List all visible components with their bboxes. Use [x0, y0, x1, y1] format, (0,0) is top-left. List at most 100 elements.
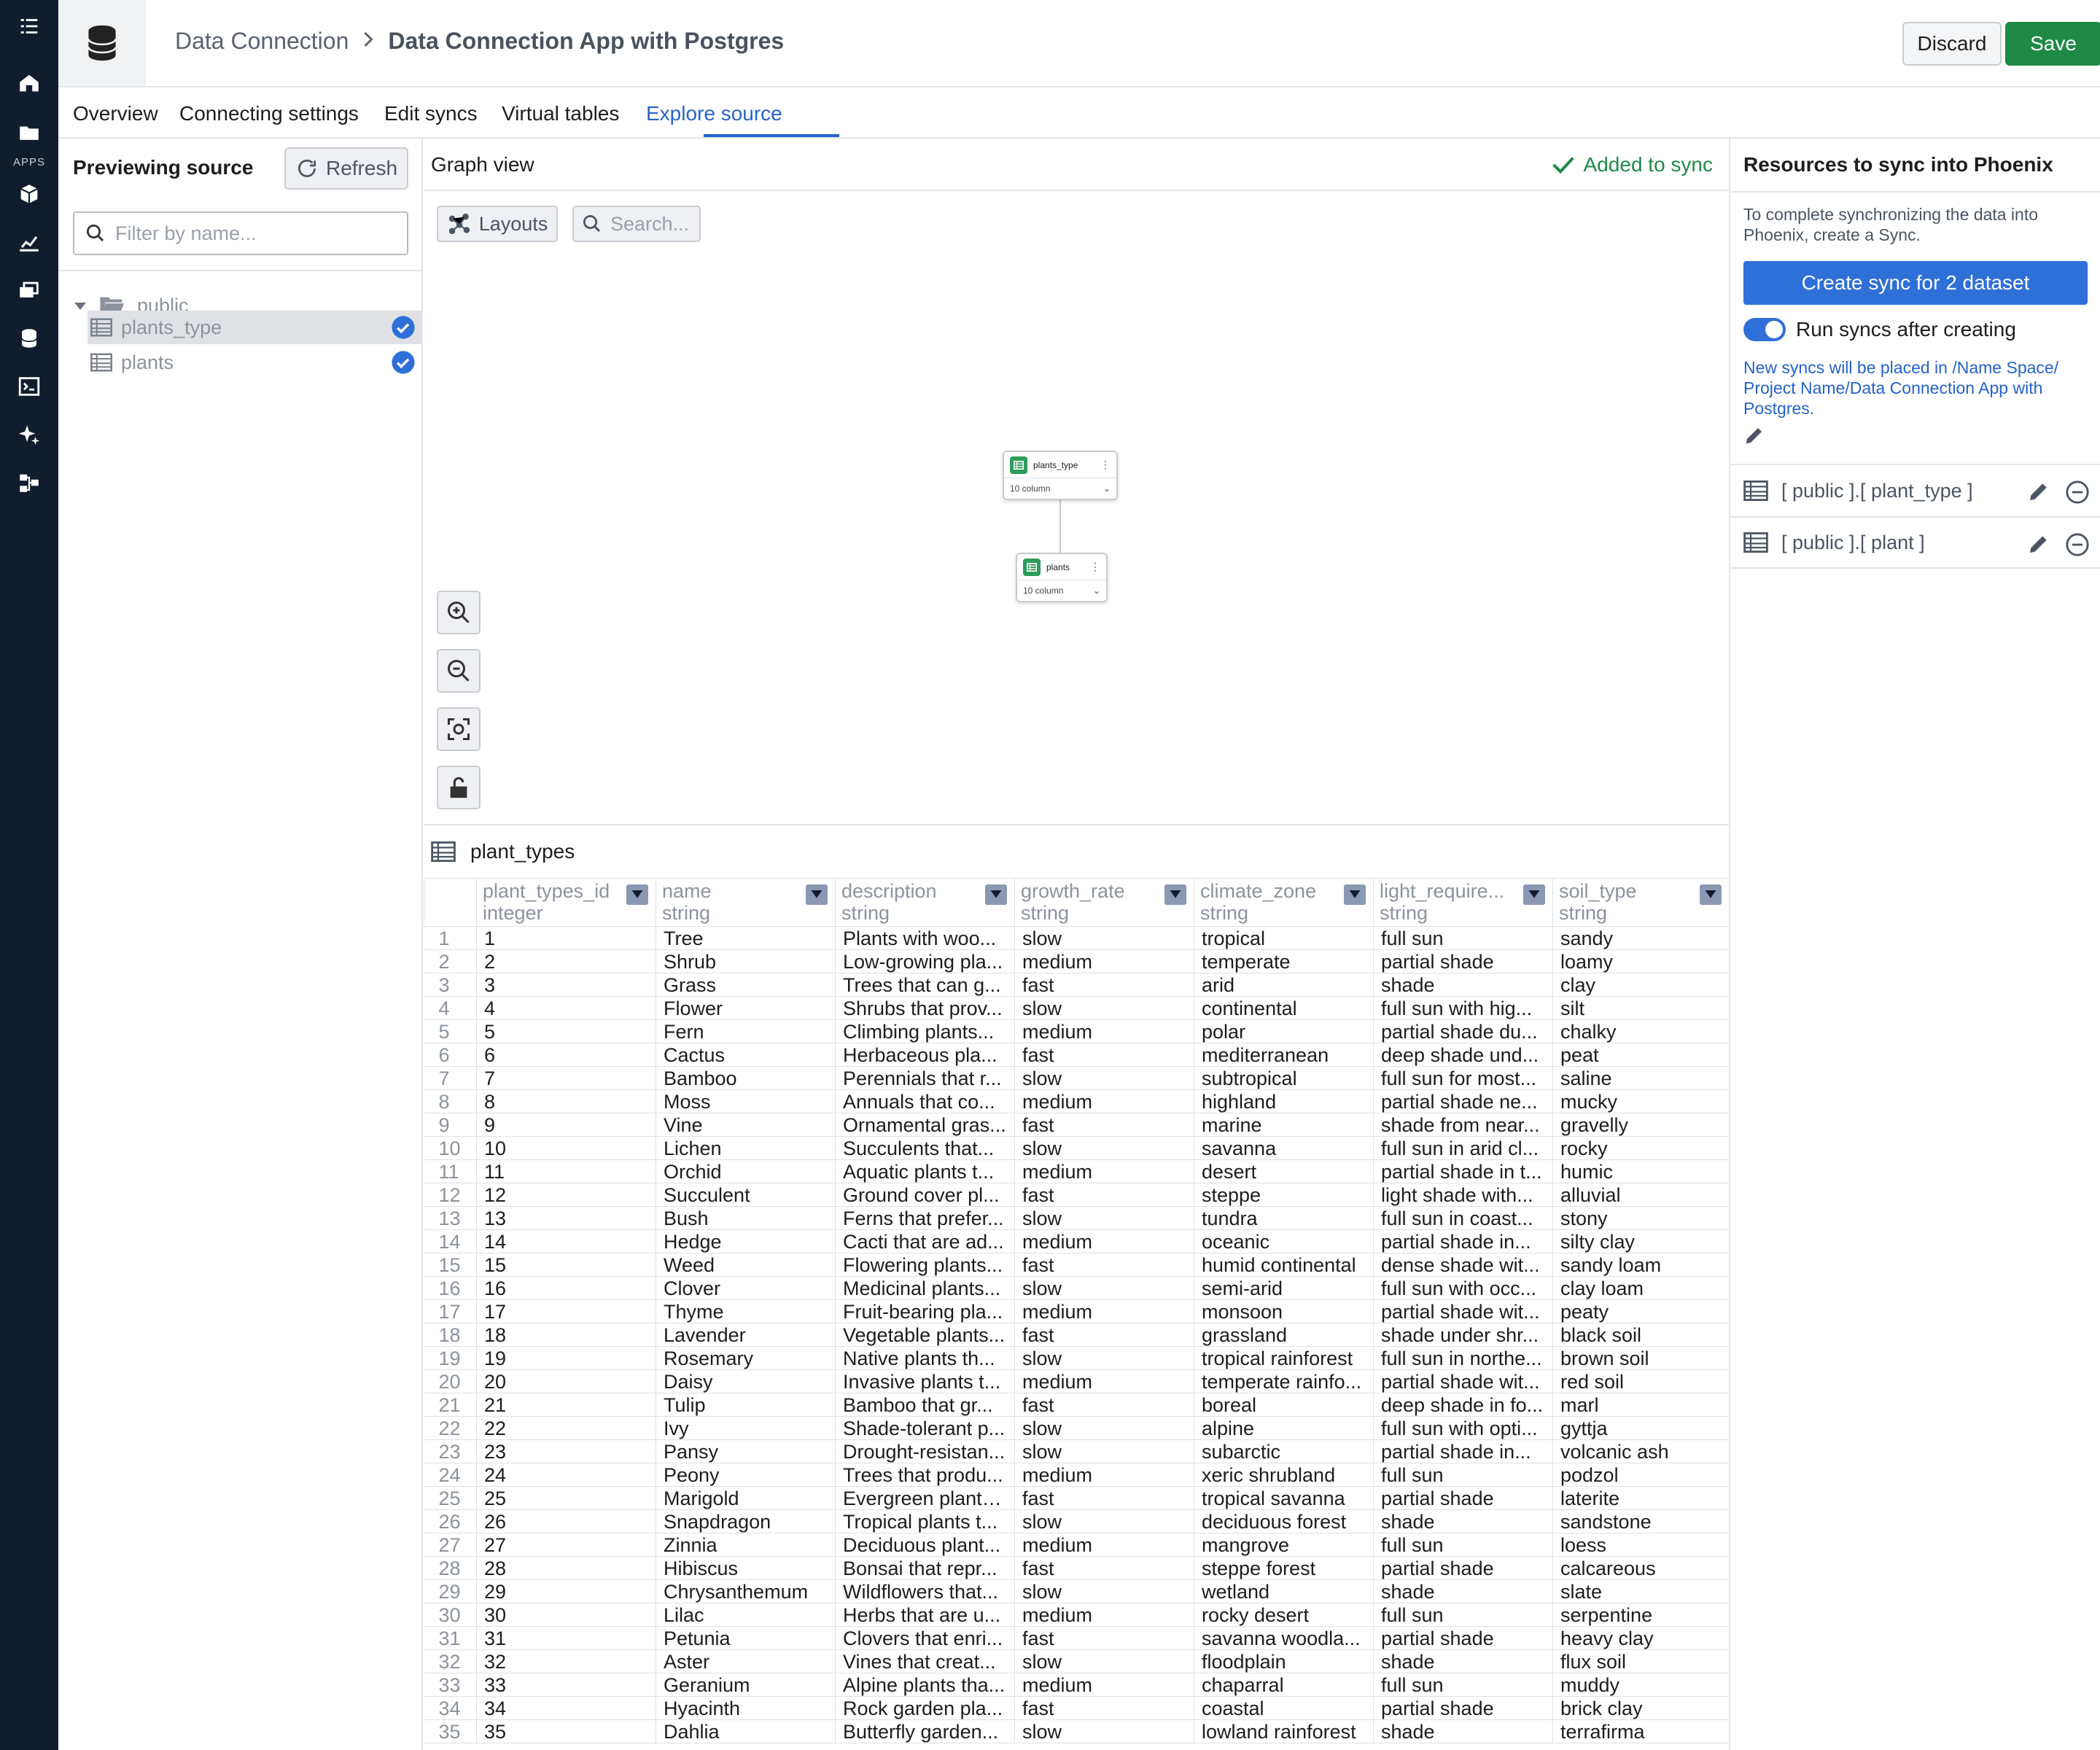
edit-icon[interactable]: [2027, 532, 2050, 556]
filter-input[interactable]: [115, 222, 392, 245]
create-sync-button[interactable]: Create sync for 2 dataset: [1743, 261, 2088, 305]
column-header[interactable]: climate_zone string: [1194, 878, 1374, 927]
table-row[interactable]: 2 2 Shrub Low-growing pla... medium temperate…: [424, 949, 1729, 973]
column-header[interactable]: description string: [835, 878, 1015, 927]
column-filter-dropdown-icon[interactable]: [985, 884, 1007, 905]
zoom-in-button[interactable]: [437, 591, 481, 634]
table-cell: fast: [1014, 1043, 1194, 1067]
table-row[interactable]: 31 31 Petunia Clovers that enri... fast savan…: [424, 1626, 1729, 1650]
table-row[interactable]: 13 13 Bush Ferns that prefer... slow tundra fu…: [424, 1206, 1729, 1230]
table-row[interactable]: 35 35 Dahlia Butterfly garden... slow lowland…: [424, 1719, 1729, 1743]
caret-down-icon[interactable]: [73, 298, 88, 313]
table-row[interactable]: 7 7 Bamboo Perennials that r... slow subtropi…: [424, 1066, 1729, 1090]
table-row[interactable]: 28 28 Hibiscus Bonsai that repr... fast stepp…: [424, 1556, 1729, 1580]
database-icon[interactable]: [13, 322, 45, 354]
breadcrumb-parent[interactable]: Data Connection: [175, 28, 349, 55]
column-header[interactable]: name string: [656, 878, 836, 927]
table-row[interactable]: 10 10 Lichen Succulents that... slow savanna f…: [424, 1136, 1729, 1160]
chevron-down-icon[interactable]: ⌄: [1103, 483, 1111, 494]
menu-icon[interactable]: [13, 10, 45, 42]
table-row[interactable]: 16 16 Clover Medicinal plants... slow semi-ar…: [424, 1276, 1729, 1300]
chevron-down-icon[interactable]: ⌄: [1093, 586, 1100, 596]
chart-icon[interactable]: [13, 226, 45, 258]
terminal-icon[interactable]: [13, 370, 45, 402]
filter-field[interactable]: [73, 211, 408, 255]
column-filter-dropdown-icon[interactable]: [1700, 884, 1722, 905]
table-row[interactable]: 29 29 Chrysanthemum Wildflowers that... slow…: [424, 1579, 1729, 1603]
table-row[interactable]: 25 25 Marigold Evergreen plants... fast tropi…: [424, 1486, 1729, 1510]
tab-explore-source[interactable]: Explore source: [646, 102, 782, 125]
layers-icon[interactable]: [13, 274, 45, 306]
sparkle-icon[interactable]: [13, 419, 45, 451]
table-row[interactable]: 20 20 Daisy Invasive plants t... medium tempe…: [424, 1369, 1729, 1393]
column-filter-dropdown-icon[interactable]: [1523, 884, 1545, 905]
column-header[interactable]: plant_types_id integer: [476, 878, 656, 927]
zoom-out-button[interactable]: [437, 649, 481, 693]
table-row[interactable]: 22 22 Ivy Shade-tolerant p... slow alpine full…: [424, 1416, 1729, 1440]
run-syncs-toggle[interactable]: [1743, 318, 1786, 341]
table-row[interactable]: 8 8 Moss Annuals that co... medium highland pa…: [424, 1089, 1729, 1113]
remove-icon[interactable]: [2065, 532, 2090, 557]
table-row[interactable]: 26 26 Snapdragon Tropical plants t... slow de…: [424, 1509, 1729, 1533]
table-row[interactable]: 11 11 Orchid Aquatic plants t... medium deser…: [424, 1159, 1729, 1183]
column-header[interactable]: soil_type string: [1552, 878, 1729, 927]
edit-location-icon[interactable]: [1743, 424, 1765, 450]
graph-node-plants-type[interactable]: plants_type ⋮ 10 column ⌄: [1003, 451, 1118, 500]
table-row[interactable]: 27 27 Zinnia Deciduous plant... medium mangro…: [424, 1533, 1729, 1557]
home-icon[interactable]: [13, 67, 45, 99]
table-row[interactable]: 1 1 Tree Plants with woo... slow tropical full…: [424, 926, 1729, 950]
table-row[interactable]: 18 18 Lavender Vegetable plants... fast grass…: [424, 1323, 1729, 1347]
sync-location-note[interactable]: New syncs will be placed in /Name Space/…: [1743, 357, 2086, 419]
table-row[interactable]: 6 6 Cactus Herbaceous pla... fast mediterrane…: [424, 1043, 1729, 1067]
table-cell: slate: [1552, 1579, 1729, 1603]
column-filter-dropdown-icon[interactable]: [626, 884, 648, 905]
remove-icon[interactable]: [2065, 480, 2090, 505]
column-filter-dropdown-icon[interactable]: [1164, 884, 1186, 905]
table-row[interactable]: 34 34 Hyacinth Rock garden pla... fast coasta…: [424, 1696, 1729, 1720]
edit-icon[interactable]: [2027, 480, 2050, 503]
table-row[interactable]: 3 3 Grass Trees that can g... fast arid shade c…: [424, 973, 1729, 997]
tab-virtual-tables[interactable]: Virtual tables: [502, 102, 619, 125]
table-row[interactable]: 23 23 Pansy Drought-resistan... slow subarcti…: [424, 1439, 1729, 1463]
column-filter-dropdown-icon[interactable]: [806, 884, 828, 905]
table-cell: Geranium: [656, 1673, 836, 1697]
table-row[interactable]: 4 4 Flower Shrubs that prov... slow continent…: [424, 996, 1729, 1020]
save-button[interactable]: Save: [2005, 22, 2100, 66]
table-row[interactable]: 9 9 Vine Ornamental gras... fast marine shade …: [424, 1113, 1729, 1137]
more-icon[interactable]: ⋮: [1090, 561, 1100, 573]
tree-item-plants[interactable]: plants: [88, 346, 421, 379]
more-icon[interactable]: ⋮: [1100, 459, 1111, 471]
refresh-button[interactable]: Refresh: [284, 147, 408, 190]
table-row[interactable]: 33 33 Geranium Alpine plants tha... medium ch…: [424, 1673, 1729, 1697]
table-cell: Ground cover pl...: [835, 1183, 1015, 1207]
table-cell: 11: [476, 1159, 656, 1183]
folder-icon[interactable]: [13, 117, 45, 149]
table-row[interactable]: 32 32 Aster Vines that creat... slow floodpla…: [424, 1649, 1729, 1673]
node-footer[interactable]: 10 column ⌄: [1017, 580, 1106, 601]
tab-edit-syncs[interactable]: Edit syncs: [384, 102, 478, 125]
column-filter-dropdown-icon[interactable]: [1344, 884, 1366, 905]
table-row[interactable]: 24 24 Peony Trees that produ... medium xeric …: [424, 1463, 1729, 1487]
check-circle-icon[interactable]: [391, 350, 416, 375]
graph-node-plants[interactable]: plants ⋮ 10 column ⌄: [1016, 553, 1108, 602]
fit-view-button[interactable]: [437, 707, 481, 751]
table-row[interactable]: 30 30 Lilac Herbs that are u... medium rocky …: [424, 1603, 1729, 1627]
check-circle-icon[interactable]: [391, 315, 416, 340]
flow-icon[interactable]: [13, 467, 45, 499]
lock-button[interactable]: [437, 766, 481, 809]
table-row[interactable]: 12 12 Succulent Ground cover pl... fast stepp…: [424, 1183, 1729, 1207]
discard-button[interactable]: Discard: [1902, 22, 2002, 66]
cube-icon[interactable]: [13, 178, 45, 210]
table-row[interactable]: 14 14 Hedge Cacti that are ad... medium ocean…: [424, 1229, 1729, 1253]
table-row[interactable]: 5 5 Fern Climbing plants... medium polar parti…: [424, 1019, 1729, 1043]
column-header[interactable]: light_require... string: [1373, 878, 1553, 927]
tree-item-plants-type[interactable]: plants_type: [88, 311, 421, 344]
table-row[interactable]: 19 19 Rosemary Native plants th... slow tropi…: [424, 1346, 1729, 1370]
node-footer[interactable]: 10 column ⌄: [1004, 478, 1116, 499]
column-header[interactable]: growth_rate string: [1014, 878, 1194, 927]
table-row[interactable]: 15 15 Weed Flowering plants... fast humid con…: [424, 1253, 1729, 1277]
tab-connecting-settings[interactable]: Connecting settings: [179, 102, 359, 125]
tab-overview[interactable]: Overview: [73, 102, 158, 125]
table-row[interactable]: 17 17 Thyme Fruit-bearing pla... medium monso…: [424, 1299, 1729, 1323]
table-row[interactable]: 21 21 Tulip Bamboo that gr... fast boreal deep…: [424, 1393, 1729, 1417]
